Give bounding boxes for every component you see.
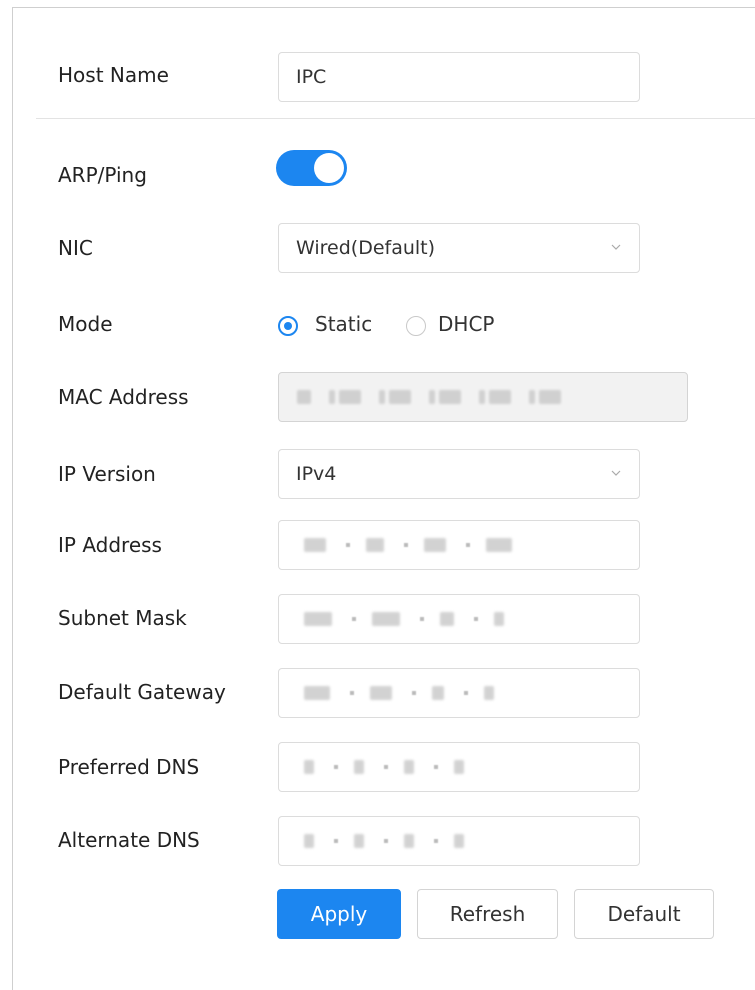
ip-version-select[interactable]: IPv4 (278, 449, 640, 499)
mode-label: Mode (58, 312, 113, 336)
preferred-dns-redacted (304, 743, 468, 791)
mode-dhcp-label[interactable]: DHCP (438, 312, 494, 336)
default-button[interactable]: Default (574, 889, 714, 939)
nic-value: Wired(Default) (296, 237, 436, 259)
section-divider (36, 118, 755, 119)
nic-select[interactable]: Wired(Default) (278, 223, 640, 273)
mode-static-label[interactable]: Static (315, 312, 372, 336)
ip-version-value: IPv4 (296, 463, 337, 485)
default-gateway-input[interactable] (278, 668, 640, 718)
mac-address-redacted (297, 373, 565, 421)
default-gateway-label: Default Gateway (58, 680, 226, 704)
subnet-mask-redacted (304, 595, 508, 643)
arp-ping-toggle[interactable] (276, 150, 347, 186)
mode-static-radio[interactable] (278, 316, 298, 336)
alternate-dns-label: Alternate DNS (58, 828, 200, 852)
host-name-value: IPC (296, 66, 327, 88)
default-gateway-redacted (304, 669, 498, 717)
preferred-dns-label: Preferred DNS (58, 755, 200, 779)
chevron-down-icon (611, 470, 621, 476)
alternate-dns-redacted (304, 817, 468, 865)
host-name-label: Host Name (58, 63, 169, 87)
alternate-dns-input[interactable] (278, 816, 640, 866)
mac-address-field (278, 372, 688, 422)
mac-address-label: MAC Address (58, 385, 189, 409)
ip-address-redacted (304, 521, 516, 569)
ip-version-label: IP Version (58, 462, 156, 486)
subnet-mask-label: Subnet Mask (58, 606, 187, 630)
preferred-dns-input[interactable] (278, 742, 640, 792)
ip-address-input[interactable] (278, 520, 640, 570)
ip-address-label: IP Address (58, 533, 162, 557)
apply-button[interactable]: Apply (277, 889, 401, 939)
toggle-knob (314, 153, 344, 183)
chevron-down-icon (611, 244, 621, 250)
subnet-mask-input[interactable] (278, 594, 640, 644)
mode-dhcp-radio[interactable] (406, 316, 426, 336)
host-name-input[interactable]: IPC (278, 52, 640, 102)
nic-label: NIC (58, 236, 93, 260)
arp-ping-label: ARP/Ping (58, 163, 147, 187)
refresh-button[interactable]: Refresh (417, 889, 558, 939)
